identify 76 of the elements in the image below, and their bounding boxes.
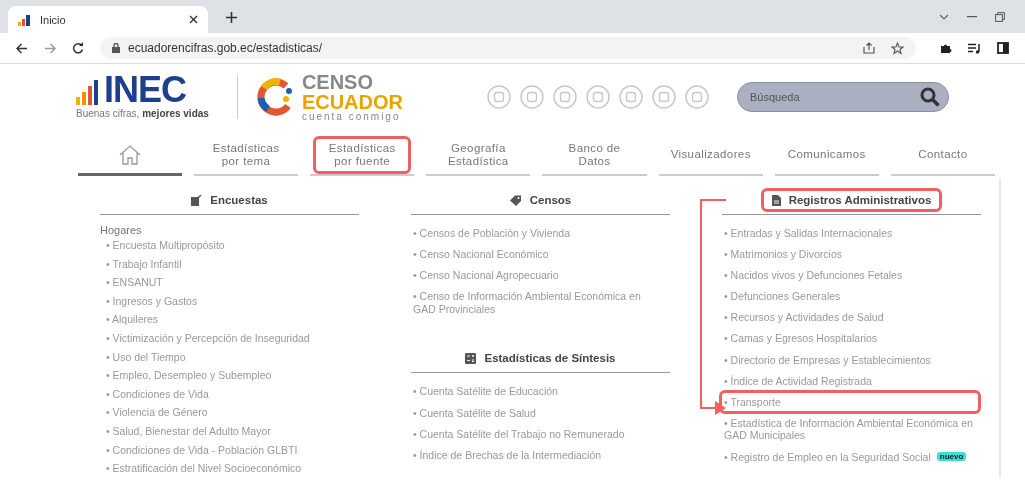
menu-link[interactable]: • Defunciones Generales [724, 290, 841, 303]
nav-tab[interactable]: Estadísticas por fuente [313, 135, 412, 175]
menu-link[interactable]: • Censos de Población y Vivienda [413, 227, 570, 240]
menu-link[interactable]: • Encuesta Multipropósito [106, 239, 225, 252]
nav-tab[interactable]: Banco de Datos [545, 135, 644, 175]
nav-tab[interactable]: Visualizadores [661, 142, 760, 168]
menu-link[interactable]: • Cuenta Satélite de Educación [413, 385, 558, 399]
puzzle-icon[interactable] [940, 42, 952, 54]
menu-link[interactable]: • Transporte [724, 395, 781, 409]
forward-icon[interactable] [44, 42, 56, 54]
menu-link[interactable]: • Condiciones de Vida - Población GLBTI [106, 443, 298, 457]
censo-country: ECUADOR [301, 92, 403, 112]
menu-link[interactable]: • Empleo, Desempleo y Subempleo [106, 369, 272, 382]
censo-title: CENSO [301, 72, 374, 92]
calculator-icon [465, 352, 477, 364]
menu-link[interactable]: • Camas y Egresos Hospitalarios [724, 332, 878, 346]
back-icon[interactable] [16, 42, 28, 54]
menu-link[interactable]: • ENSANUT [106, 276, 163, 289]
menu-link[interactable]: • Ingresos y Gastos [106, 294, 198, 308]
tag-icon [509, 194, 522, 206]
share-icon[interactable] [863, 42, 875, 54]
nav-tab[interactable]: Estadísticas por tema [197, 135, 296, 175]
menu-link[interactable]: • Índice de Actividad Registrada [724, 374, 872, 388]
nav-tab[interactable]: Geografía Estadística [429, 135, 528, 175]
nav-tab[interactable]: Contacto [893, 142, 992, 168]
menu-link[interactable]: • Cuenta Satélite de Salud [413, 406, 536, 420]
restore-icon[interactable] [995, 11, 1005, 22]
menu-link[interactable]: • Condiciones de Vida [106, 387, 209, 401]
url-text: ecuadorencifras.gob.ec/estadisticas/ [128, 41, 323, 55]
home-icon[interactable] [119, 144, 141, 165]
menu-link[interactable]: • Directorio de Empresas y Establecimientos [724, 353, 931, 367]
group-heading: Hogares [100, 224, 143, 236]
browser-tab[interactable]: Inicio [8, 6, 208, 33]
search-icon[interactable] [920, 87, 940, 107]
logo-slogan: Buenas cifras, mejores vidas [76, 108, 209, 119]
menu-link[interactable]: • Matrimonios y Divorcios [724, 248, 843, 261]
menu-link[interactable]: • Recursos y Actividades de Salud [724, 311, 884, 324]
menu-link[interactable]: • Registro de Empleo en la Seguridad Social [724, 450, 931, 464]
censo-tagline: cuenta conmigo [301, 112, 402, 122]
star-icon[interactable] [891, 41, 904, 55]
chevron-down-icon[interactable] [939, 13, 949, 20]
menu-link[interactable]: • Nacidos vivos y Defunciones Fetales [724, 269, 903, 282]
playlist-icon[interactable] [968, 42, 981, 54]
address-bar[interactable]: ecuadorencifras.gob.ec/estadisticas/ [100, 37, 916, 59]
section-heading: Registros Administrativos [788, 194, 932, 206]
lock-icon [112, 43, 120, 53]
menu-link[interactable]: • Estratificación del Nivel Socioeconómico [106, 462, 302, 475]
search-field[interactable]: Búsqueda [737, 82, 949, 112]
logo-text: INEC [104, 75, 186, 105]
menu-link[interactable]: • Estadística de Información Ambiental Económica en GAD Municipales [724, 416, 976, 443]
menu-link[interactable]: • Violencia de Género [106, 406, 208, 419]
notepad-icon [191, 194, 203, 206]
nav-tab[interactable]: Comunicamos [777, 142, 876, 168]
menu-link[interactable]: • Índice de Brechas de la Intermediación [413, 448, 602, 462]
menu-link[interactable]: • Trabajo Infantil [106, 257, 182, 271]
document-icon [771, 194, 781, 206]
tab-title: Inicio [40, 13, 67, 26]
side-panel-icon[interactable] [997, 42, 1009, 54]
menu-link[interactable]: • Victimización y Percepción de Inseguridad [106, 331, 310, 345]
menu-link[interactable]: • Salud, Bienestar del Adulto Mayor [106, 424, 271, 438]
bar-chart-icon [18, 13, 32, 26]
menu-link[interactable]: • Censo Nacional Económico [413, 248, 549, 261]
new-tab-icon[interactable] [226, 12, 237, 23]
menu-link[interactable]: • Censo de Información Ambiental Económica en GAD Provinciales [413, 290, 665, 316]
menu-link[interactable]: • Cuenta Satélite del Trabajo no Remunerado [413, 427, 625, 441]
reload-icon[interactable] [72, 42, 84, 54]
menu-link[interactable]: • Censo Nacional Agropecuario [413, 269, 559, 282]
minimize-icon[interactable] [967, 15, 977, 18]
new-badge: nuevo [936, 452, 967, 462]
menu-link[interactable]: • Alquileres [106, 313, 159, 326]
section-heading: Censos [529, 194, 572, 206]
menu-link[interactable]: • Entradas y Salidas Internacionales [724, 227, 893, 240]
menu-link[interactable]: • Uso del Tiempo [106, 350, 186, 364]
section-heading: Estadísticas de Síntesis [484, 352, 616, 365]
section-heading: Encuestas [210, 194, 268, 206]
close-icon[interactable] [189, 15, 198, 24]
